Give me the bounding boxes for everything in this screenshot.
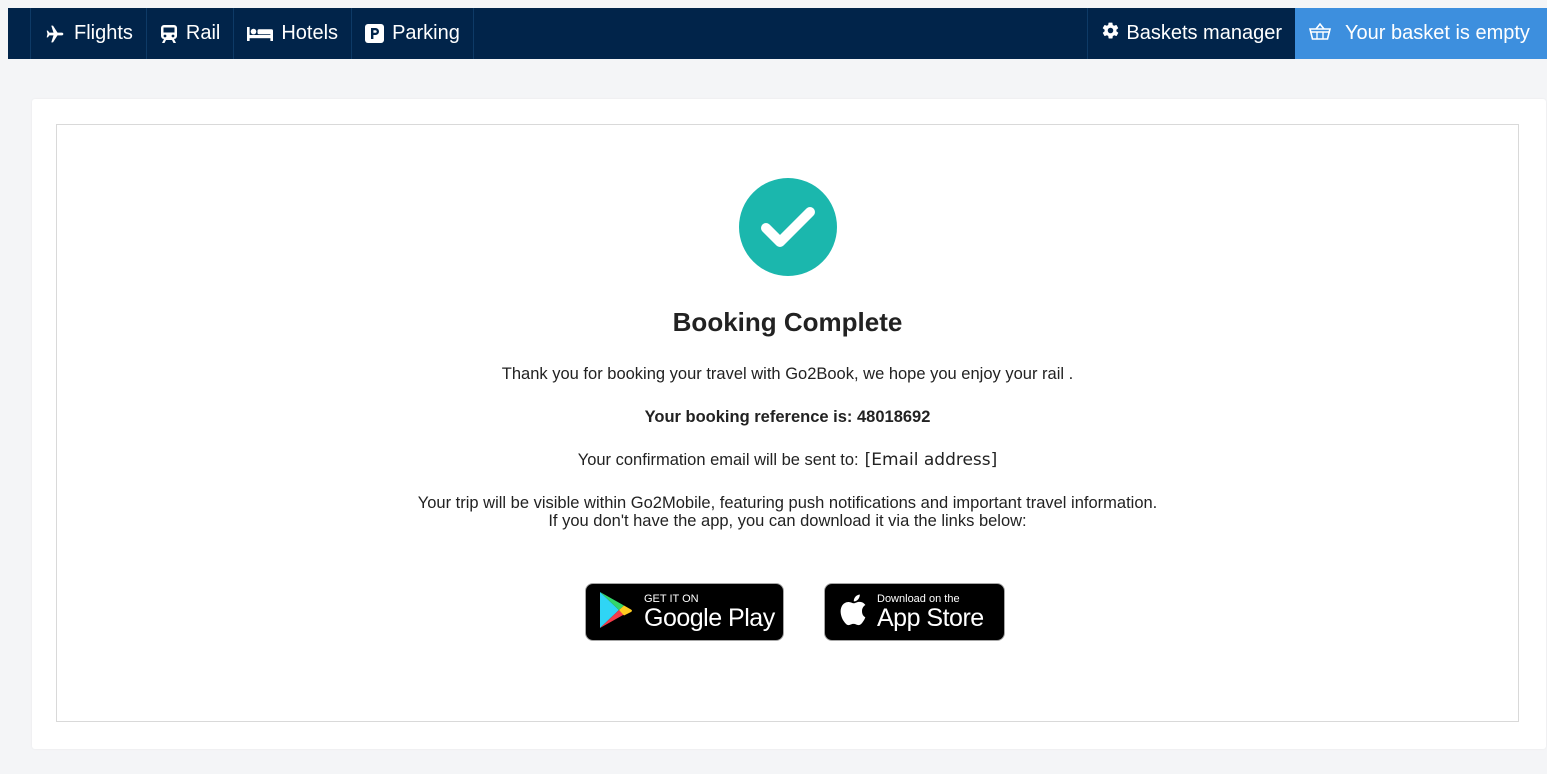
- checkmark-icon: [739, 178, 837, 276]
- google-play-icon: [598, 590, 634, 635]
- app-info: Your trip will be visible within Go2Mobi…: [57, 494, 1518, 530]
- app-store-button[interactable]: Download on the App Store: [824, 583, 1005, 641]
- page-title: Booking Complete: [672, 307, 903, 337]
- bed-icon: [247, 26, 274, 42]
- nav-item-label: Flights: [74, 22, 133, 44]
- basket-button[interactable]: Your basket is empty: [1295, 8, 1547, 59]
- email-notice: Your confirmation email will be sent to:…: [57, 450, 1518, 470]
- google-play-big: Google Play: [644, 604, 775, 632]
- app-store-big: App Store: [877, 604, 984, 632]
- google-play-text: GET IT ON Google Play: [644, 593, 775, 631]
- nav-links: Flights Rail Hotels Parking: [8, 8, 474, 59]
- apple-icon: [839, 594, 867, 631]
- baskets-manager-label: Baskets manager: [1126, 22, 1282, 44]
- nav-item-label: Hotels: [281, 22, 339, 44]
- nav-item-hotels[interactable]: Hotels: [234, 8, 353, 59]
- app-info-line-1: Your trip will be visible within Go2Mobi…: [417, 494, 1158, 512]
- booking-reference: Your booking reference is: 48018692: [644, 408, 931, 426]
- plane-icon: [44, 24, 66, 44]
- top-nav: Flights Rail Hotels Parking Baskets mana…: [8, 8, 1547, 59]
- train-icon: [160, 24, 178, 44]
- baskets-manager-link[interactable]: Baskets manager: [1087, 8, 1295, 59]
- basket-status: Your basket is empty: [1345, 22, 1530, 44]
- nav-item-flights[interactable]: Flights: [30, 8, 147, 59]
- basket-icon: [1308, 22, 1332, 46]
- email-label: Your confirmation email will be sent to:: [577, 451, 859, 469]
- nav-item-label: Parking: [392, 22, 460, 44]
- confirmation-card: Booking Complete Thank you for booking y…: [32, 99, 1546, 749]
- parking-icon: [365, 24, 385, 43]
- gear-icon: [1101, 21, 1120, 46]
- nav-item-parking[interactable]: Parking: [352, 8, 474, 59]
- confirmation-panel: Booking Complete Thank you for booking y…: [56, 124, 1519, 722]
- thank-you-message: Thank you for booking your travel with G…: [501, 365, 1074, 383]
- email-value: [Email address]: [864, 450, 998, 470]
- nav-item-rail[interactable]: Rail: [147, 8, 235, 59]
- app-store-text: Download on the App Store: [877, 593, 984, 631]
- google-play-button[interactable]: GET IT ON Google Play: [585, 583, 784, 641]
- nav-item-label: Rail: [185, 22, 221, 44]
- app-info-line-2: If you don't have the app, you can downl…: [548, 512, 1027, 530]
- nav-right: Baskets manager Your basket is empty: [1087, 8, 1547, 59]
